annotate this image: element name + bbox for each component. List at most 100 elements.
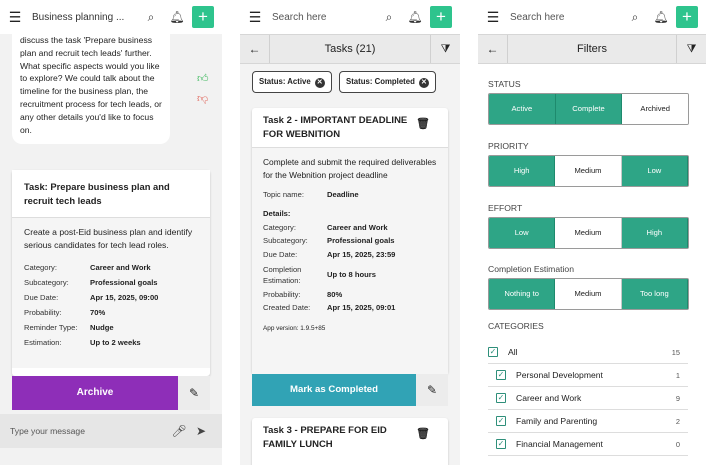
close-circle-icon[interactable]: ✕ (418, 78, 429, 88)
priority-option-low[interactable]: Low (621, 156, 688, 186)
task-card[interactable]: Task 3 - PREPARE FOR EID FAMILY LUNCH 🗑︎ (252, 418, 448, 465)
microphone-icon[interactable]: 🎤︎ (168, 424, 190, 438)
page-title: Tasks (21) (324, 43, 376, 55)
task-field: Subcategory: Professional goals (263, 236, 395, 246)
message-input-bar: Type your message 🎤︎ ➤ (0, 414, 222, 448)
task-field: Probability: 80% (263, 289, 343, 299)
filter-chip-completed[interactable]: Status: Completed ✕ (339, 71, 436, 93)
task-field: Due Date: Apr 15, 2025, 23:59 (263, 249, 396, 259)
search-icon[interactable]: ⌕ (376, 10, 402, 25)
app-version: App version: 1.9.5+85 (263, 324, 326, 332)
task-card-title: Task: Prepare business plan and recruit … (12, 170, 210, 218)
filter-icon[interactable]: ⧩ (430, 35, 460, 63)
checkbox-icon[interactable]: ✓ (496, 393, 506, 403)
status-label: STATUS (488, 79, 521, 89)
task-card[interactable]: Task 2 - IMPORTANT DEADLINE FOR WEBNITIO… (252, 108, 448, 374)
task-body: Complete and submit the required deliver… (252, 148, 448, 374)
status-option-active[interactable]: Active (489, 94, 556, 124)
thumbs-down-icon[interactable]: 👎︎ (197, 92, 208, 105)
checkbox-icon[interactable]: ✓ (488, 347, 498, 357)
effort-segment: Low Medium High (488, 217, 689, 249)
completion-segment: Nothing to Medium Too long (488, 278, 689, 310)
priority-option-high[interactable]: High (489, 156, 556, 186)
completion-option-too-long[interactable]: Too long (621, 279, 688, 309)
task-field: Topic name: Deadline (263, 189, 359, 199)
categories-label: CATEGORIES (488, 321, 544, 331)
menu-icon[interactable]: ☰ (8, 9, 22, 26)
task-field: Completion Estimation: Up to 8 hours (263, 264, 376, 285)
completion-option-medium[interactable]: Medium (555, 279, 622, 309)
filters-panel: ☰ Search here ⌕ 🔔︎ + ← Filters ⧩ STATUS … (478, 0, 706, 465)
category-item[interactable]: ✓ Personal Development 1 (488, 364, 688, 387)
plus-icon[interactable]: + (192, 6, 214, 28)
tasks-subbar: ← Tasks (21) ⧩ (240, 34, 460, 64)
category-item[interactable]: ✓ Family and Parenting 2 (488, 410, 688, 433)
filter-chip-active[interactable]: Status: Active ✕ (252, 71, 332, 93)
pencil-icon[interactable]: ✎ (416, 374, 448, 406)
filter-icon[interactable]: ⧩ (676, 35, 706, 63)
search-icon[interactable]: ⌕ (622, 10, 648, 25)
task-field: Category: Career and Work (263, 222, 388, 232)
category-item-all[interactable]: ✓ All 15 (488, 341, 688, 364)
task-card-description: Create a post-Eid business plan and iden… (24, 227, 193, 250)
assistant-message: discuss the task 'Prepare business plan … (12, 30, 170, 145)
task-field: Estimation: Up to 2 weeks (24, 337, 141, 347)
checkbox-icon[interactable]: ✓ (496, 370, 506, 380)
priority-option-medium[interactable]: Medium (555, 156, 622, 186)
chat-app-bar: ☰ Business planning ... ⌕ 🔔︎ + (0, 0, 222, 34)
menu-icon[interactable]: ☰ (248, 9, 262, 26)
app-title: Business planning ... (32, 11, 125, 23)
archive-button[interactable]: Archive (12, 376, 178, 410)
task-card: Task: Prepare business plan and recruit … (12, 170, 210, 376)
trash-icon[interactable]: 🗑︎ (416, 118, 430, 132)
effort-label: EFFORT (488, 203, 523, 213)
page-title: Filters (577, 43, 607, 55)
task-title: Task 3 - PREPARE FOR EID FAMILY LUNCH 🗑︎ (263, 425, 430, 450)
task-field: Category: Career and Work (24, 262, 151, 272)
task-field: Created Date: Apr 15, 2025, 09:01 (263, 303, 396, 313)
checkbox-icon[interactable]: ✓ (496, 439, 506, 449)
effort-option-medium[interactable]: Medium (555, 218, 622, 248)
search-input[interactable]: Search here (510, 12, 622, 23)
mark-completed-button[interactable]: Mark as Completed (252, 374, 416, 406)
filters-subbar: ← Filters ⧩ (478, 34, 706, 64)
status-option-complete[interactable]: Complete (555, 94, 623, 124)
back-arrow-icon[interactable]: ← (240, 35, 270, 63)
plus-icon[interactable]: + (676, 6, 698, 28)
back-arrow-icon[interactable]: ← (478, 35, 508, 63)
category-item[interactable]: ✓ Career and Work 9 (488, 387, 688, 410)
completion-option-nothing-to[interactable]: Nothing to (489, 279, 556, 309)
bell-icon[interactable]: 🔔︎ (164, 10, 190, 24)
effort-option-low[interactable]: Low (489, 218, 556, 248)
bell-icon[interactable]: 🔔︎ (648, 10, 674, 24)
priority-segment: High Medium Low (488, 155, 689, 187)
close-circle-icon[interactable]: ✕ (314, 78, 325, 88)
trash-icon[interactable]: 🗑︎ (416, 428, 430, 442)
thumbs-up-icon[interactable]: 👍︎ (197, 72, 209, 85)
task-field: Reminder Type: Nudge (24, 322, 114, 332)
task-description: Complete and submit the required deliver… (263, 157, 437, 180)
task-field: Due Date: Apr 15, 2025, 09:00 (24, 292, 159, 302)
plus-icon[interactable]: + (430, 6, 452, 28)
task-title: Task 2 - IMPORTANT DEADLINE FOR WEBNITIO… (252, 108, 448, 148)
task-card-body: Create a post-Eid business plan and iden… (12, 218, 210, 368)
category-item[interactable]: ✓ Financial Management 0 (488, 433, 688, 456)
chat-panel: ☰ Business planning ... ⌕ 🔔︎ + discuss t… (0, 0, 222, 465)
task-field: Probability: 70% (24, 307, 106, 317)
search-input[interactable]: Search here (272, 12, 376, 23)
bell-icon[interactable]: 🔔︎ (402, 10, 428, 24)
completion-label: Completion Estimation (488, 264, 574, 274)
status-option-archived[interactable]: Archived (622, 94, 688, 124)
menu-icon[interactable]: ☰ (486, 9, 500, 26)
filters-app-bar: ☰ Search here ⌕ 🔔︎ + (478, 0, 706, 34)
send-icon[interactable]: ➤ (190, 424, 212, 438)
effort-option-high[interactable]: High (621, 218, 688, 248)
checkbox-icon[interactable]: ✓ (496, 416, 506, 426)
search-icon[interactable]: ⌕ (138, 10, 164, 25)
status-segment: Active Complete Archived (488, 93, 689, 125)
pencil-icon[interactable]: ✎ (178, 376, 210, 410)
message-input[interactable]: Type your message (10, 426, 168, 436)
task-field: Subcategory: Professional goals (24, 277, 158, 287)
tasks-panel: ☰ Search here ⌕ 🔔︎ + ← Tasks (21) ⧩ Stat… (240, 0, 460, 465)
tasks-app-bar: ☰ Search here ⌕ 🔔︎ + (240, 0, 460, 34)
